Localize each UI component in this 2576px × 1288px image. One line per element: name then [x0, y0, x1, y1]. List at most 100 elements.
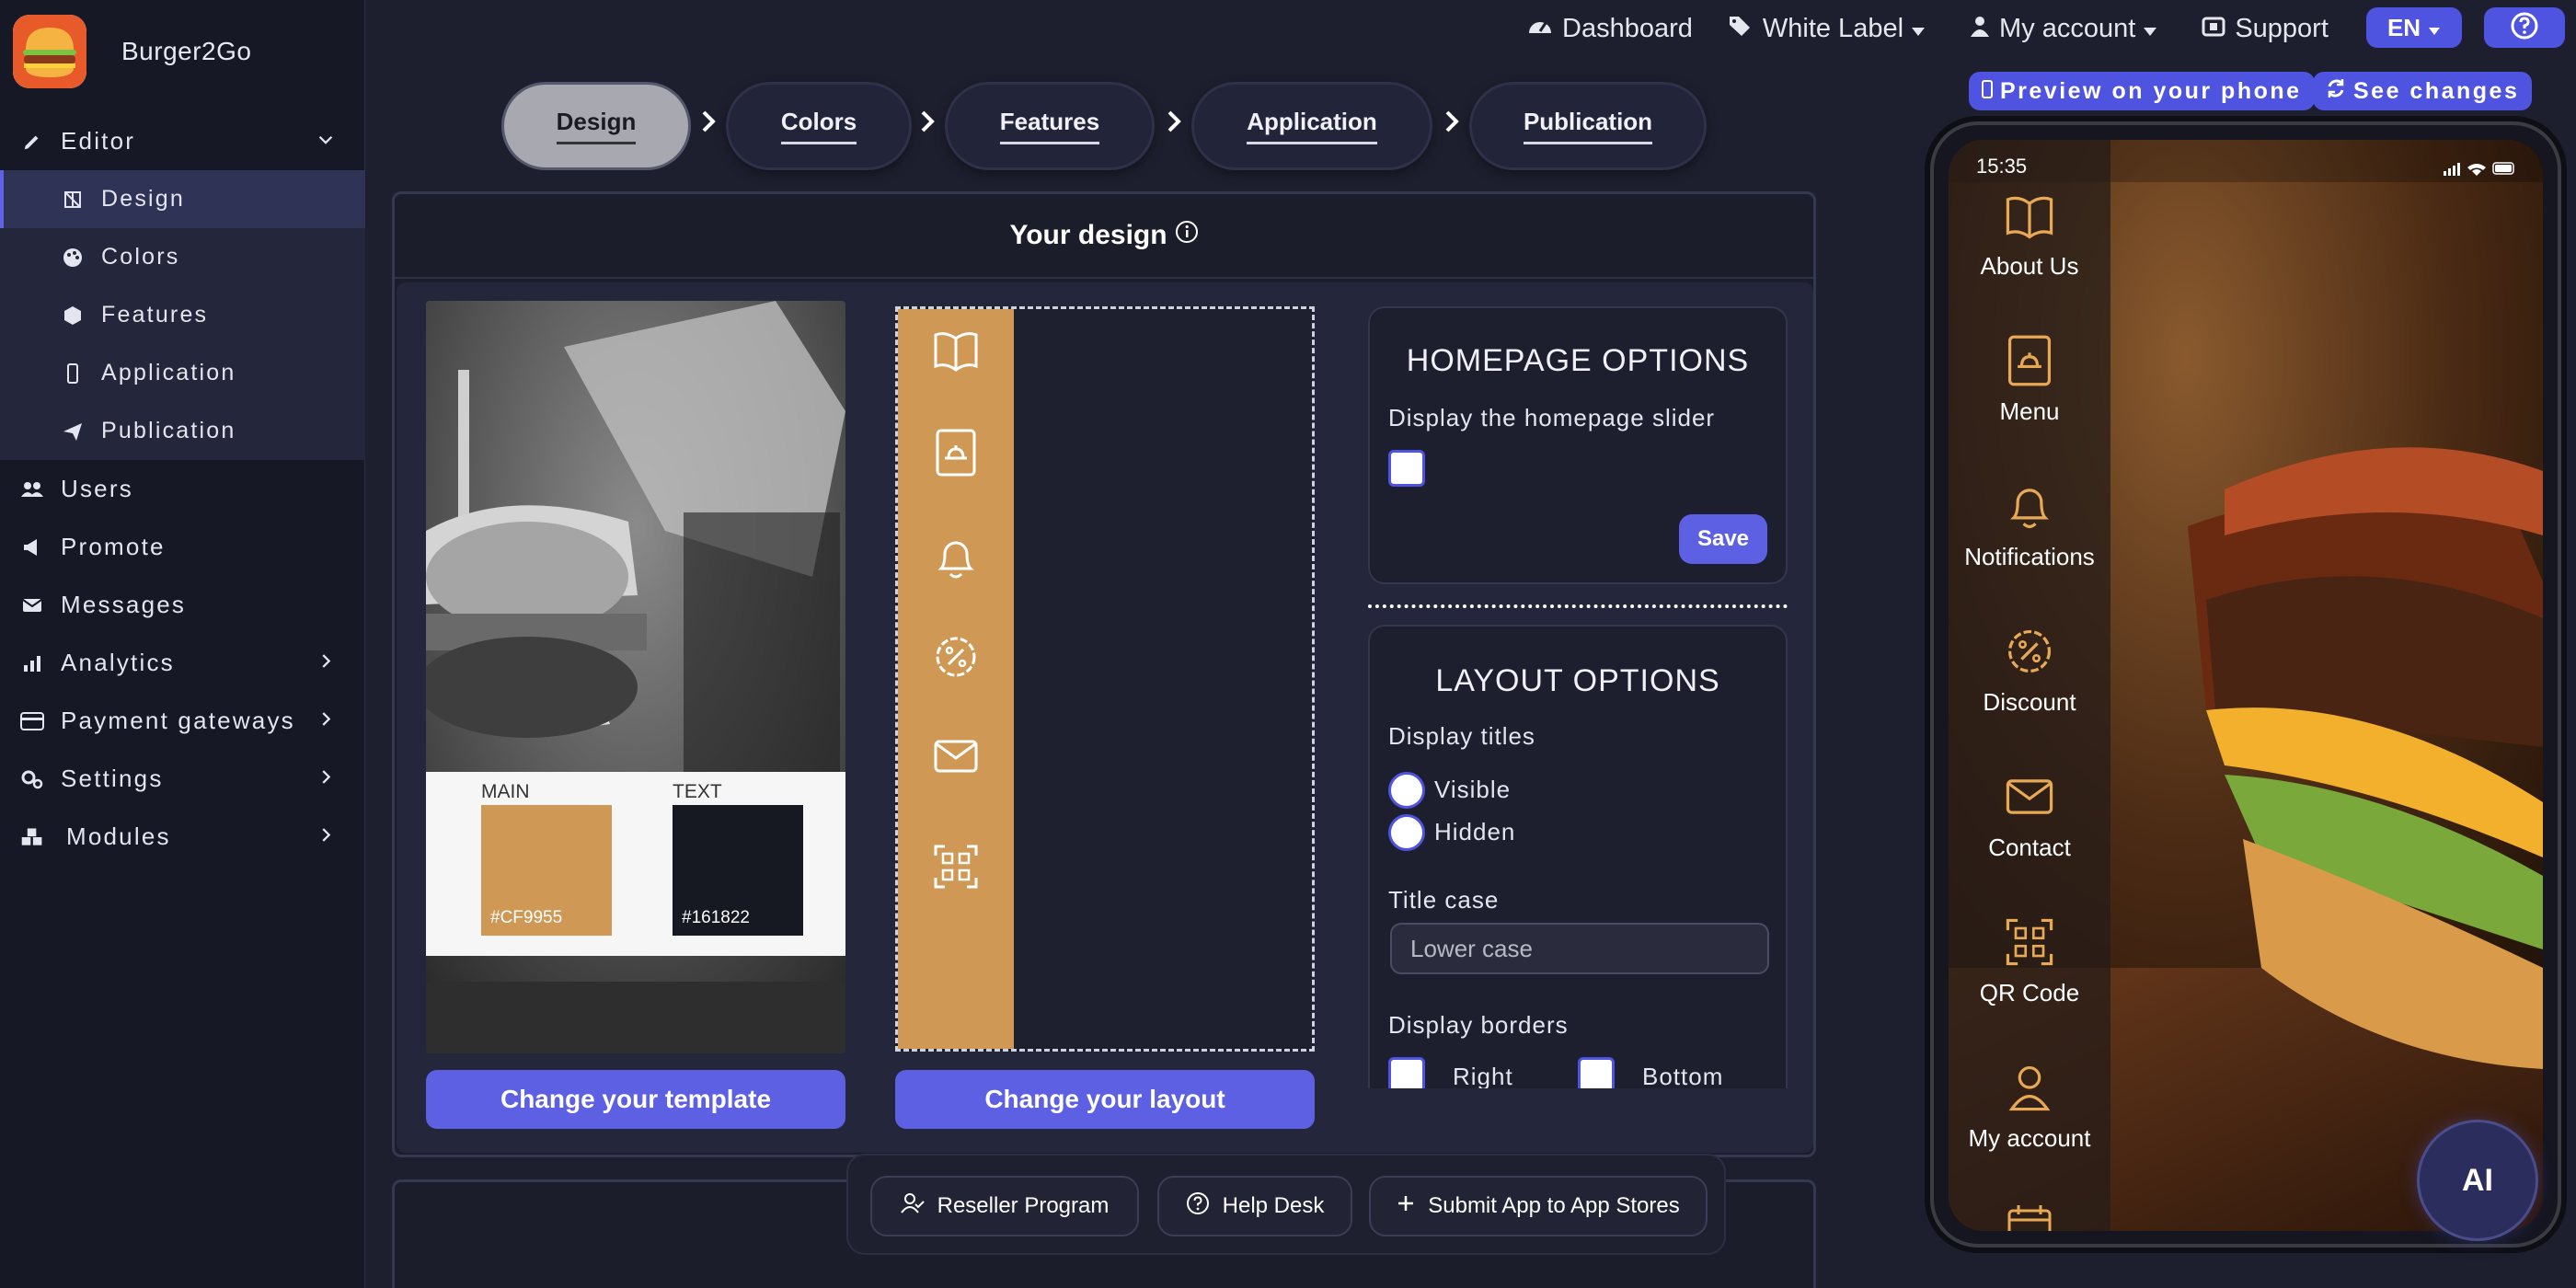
submit-app-button[interactable]: Submit App to App Stores — [1369, 1176, 1708, 1236]
preview-on-phone-button[interactable]: Preview on your phone — [1969, 72, 2315, 110]
sidebar-item-label: Editor — [61, 127, 136, 155]
step-label: Application — [1247, 108, 1377, 144]
phone-menu-menu[interactable]: Menu — [1949, 333, 2110, 426]
phone-menu-qr-code[interactable]: QR Code — [1949, 914, 2110, 1007]
chevron-right-icon — [699, 109, 719, 139]
sidebar-item-promote[interactable]: Promote — [0, 518, 365, 576]
sidebar-item-modules[interactable]: Modules — [0, 808, 365, 866]
dashboard-link[interactable]: Dashboard — [1527, 14, 1693, 44]
text-color-value: #161822 — [682, 908, 750, 927]
panel-body: MAIN TEXT #CF9955 #161822 Change your te… — [397, 282, 1813, 1153]
display-titles-label: Display titles — [1388, 722, 1535, 750]
sidebar-item-label: Publication — [101, 418, 236, 443]
paper-plane-icon — [61, 420, 85, 443]
help-desk-button[interactable]: Help Desk — [1157, 1176, 1352, 1236]
step-label: Publication — [1523, 108, 1653, 144]
design-icon — [61, 188, 85, 212]
app-name: Burger2Go — [121, 37, 252, 65]
mobile-icon — [1982, 78, 1993, 105]
sidebar-item-payment-gateways[interactable]: Payment gateways — [0, 692, 365, 750]
phone-menu-label: About Us — [1980, 252, 2079, 280]
reseller-program-button[interactable]: Reseller Program — [870, 1176, 1139, 1236]
border-bottom-checkbox[interactable] — [1578, 1057, 1615, 1088]
menu-card-icon — [1949, 333, 2110, 388]
dashboard-icon — [1527, 14, 1562, 44]
sidebar-item-messages[interactable]: Messages — [0, 576, 365, 634]
title-case-select[interactable]: Lower case — [1390, 923, 1769, 974]
calendar-icon — [1949, 1203, 2110, 1231]
sidebar-item-settings[interactable]: Settings — [0, 750, 365, 808]
options-scroll-area[interactable]: HOMEPAGE OPTIONS Display the homepage sl… — [1368, 306, 1791, 1088]
titles-visible-radio[interactable] — [1388, 772, 1425, 809]
support-link[interactable]: Support — [2202, 14, 2329, 44]
sidebar-item-label: Promote — [61, 533, 166, 560]
visible-label: Visible — [1434, 776, 1512, 803]
sidebar: Burger2Go Editor Design Colors Features … — [0, 0, 365, 1288]
color-swatches: MAIN TEXT #CF9955 #161822 — [426, 772, 845, 956]
white-label-menu[interactable]: White Label — [1728, 14, 1935, 44]
titles-hidden-radio[interactable] — [1388, 814, 1425, 851]
swatch-main-label: MAIN — [481, 781, 530, 802]
border-right-checkbox[interactable] — [1388, 1057, 1425, 1088]
sidebar-item-features[interactable]: Features — [0, 286, 365, 344]
phone-status-icons — [2444, 160, 2517, 181]
bottom-action-bar: Reseller Program Help Desk Submit App to… — [846, 1154, 1726, 1255]
slider-label: Display the homepage slider — [1388, 404, 1716, 431]
display-borders-label: Display borders — [1388, 1011, 1569, 1039]
book-icon — [1949, 188, 2110, 243]
sidebar-item-design[interactable]: Design — [0, 170, 365, 228]
phone-menu-contact[interactable]: Contact — [1949, 769, 2110, 862]
language-selector[interactable]: EN — [2366, 7, 2462, 48]
sidebar-item-label: Colors — [101, 244, 180, 270]
chevron-right-icon — [316, 765, 336, 793]
preview-on-phone-label: Preview on your phone — [2000, 77, 2302, 104]
sidebar-item-colors[interactable]: Colors — [0, 228, 365, 286]
sidebar-nav: Editor Design Colors Features Applicatio… — [0, 112, 365, 866]
phone-screen: About Us Menu Notifications Discount Con… — [1949, 140, 2543, 1231]
step-publication[interactable]: Publication — [1472, 85, 1704, 167]
step-design[interactable]: Design — [504, 85, 688, 167]
layout-preview — [895, 306, 1315, 1052]
my-account-label: My account — [1999, 13, 2136, 43]
step-features[interactable]: Features — [948, 85, 1152, 167]
sidebar-item-editor[interactable]: Editor — [0, 112, 365, 170]
change-template-button[interactable]: Change your template — [426, 1070, 845, 1129]
gears-icon — [20, 767, 44, 791]
ai-assistant-button[interactable]: AI — [2420, 1122, 2536, 1238]
step-application[interactable]: Application — [1194, 85, 1430, 167]
phone-menu-label: Menu — [1999, 397, 2060, 425]
sidebar-item-application[interactable]: Application — [0, 344, 365, 402]
phone-menu-label: QR Code — [1979, 979, 2080, 1006]
sidebar-item-publication[interactable]: Publication — [0, 402, 365, 460]
caret-down-icon — [2143, 14, 2167, 44]
discount-icon — [930, 631, 982, 683]
phone-menu-discount[interactable]: Discount — [1949, 624, 2110, 717]
phone-menu-my-account[interactable]: My account — [1949, 1060, 2110, 1153]
brand[interactable]: Burger2Go — [13, 13, 251, 90]
help-button[interactable] — [2484, 7, 2565, 48]
sidebar-item-users[interactable]: Users — [0, 460, 365, 518]
phone-menu-about-us[interactable]: About Us — [1949, 188, 2110, 281]
my-account-menu[interactable]: My account — [1970, 14, 2167, 44]
info-icon[interactable] — [1175, 220, 1199, 251]
phone-menu-label: Notifications — [1964, 543, 2095, 570]
bottom-label: Bottom — [1642, 1063, 1724, 1088]
book-icon — [930, 324, 982, 375]
qr-code-icon — [1949, 914, 2110, 970]
save-button[interactable]: Save — [1679, 514, 1767, 564]
phone-menu-notifications[interactable]: Notifications — [1949, 478, 2110, 571]
panel-title: Your design — [1009, 220, 1167, 250]
refresh-icon — [2326, 78, 2346, 105]
see-changes-button[interactable]: See changes — [2313, 72, 2533, 110]
white-label-label: White Label — [1762, 13, 1904, 43]
sidebar-item-label: Users — [61, 475, 133, 502]
phone-time: 15:35 — [1976, 155, 2028, 178]
text-color-swatch: #161822 — [673, 805, 803, 936]
sidebar-item-analytics[interactable]: Analytics — [0, 634, 365, 692]
discount-icon — [1949, 624, 2110, 679]
homepage-slider-checkbox[interactable] — [1388, 450, 1425, 487]
sidebar-item-label: Messages — [61, 591, 187, 618]
envelope-icon — [20, 593, 44, 617]
change-layout-button[interactable]: Change your layout — [895, 1070, 1315, 1129]
step-colors[interactable]: Colors — [729, 85, 909, 167]
